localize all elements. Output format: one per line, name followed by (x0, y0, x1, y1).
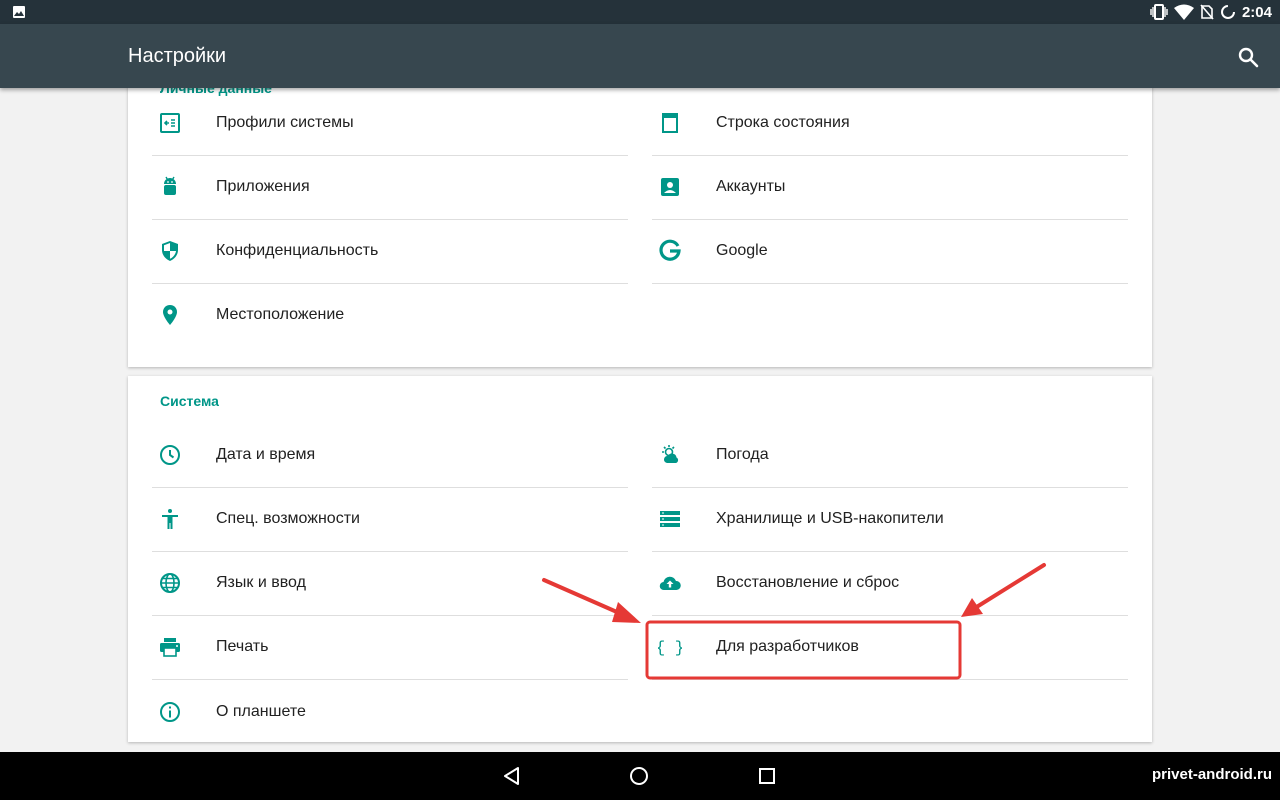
settings-item-language-input[interactable]: Язык и ввод (152, 551, 628, 615)
settings-item-location[interactable]: Местоположение (152, 283, 628, 347)
settings-item-label: О планшете (216, 703, 306, 720)
wifi-icon (1173, 4, 1194, 20)
android-icon (164, 176, 176, 195)
watermark: privet-android.ru (1151, 766, 1272, 783)
settings-item-label: Спец. возможности (216, 510, 360, 527)
info-icon (160, 702, 180, 722)
printer-icon (160, 638, 180, 657)
category-card-system: Система Дата и время Погода Спец. возмож (128, 376, 1152, 742)
settings-item-label: Дата и время (216, 446, 316, 463)
settings-item-label: Конфиденциальность (216, 242, 379, 259)
settings-item-accessibility[interactable]: Спец. возможности (152, 487, 628, 551)
location-pin-icon (163, 305, 177, 325)
settings-item-apps[interactable]: Приложения (152, 155, 628, 219)
settings-item-label: Профили системы (216, 114, 354, 131)
settings-item-privacy[interactable]: Конфиденциальность (152, 219, 628, 283)
cloud-upload-icon (659, 576, 681, 591)
navigation-bar: privet-android.ru (0, 752, 1280, 800)
settings-item-label: Аккаунты (716, 178, 786, 195)
settings-item-system-profiles[interactable]: Профили системы (152, 91, 628, 155)
settings-item-status-bar[interactable]: Строка состояния (652, 91, 1128, 155)
settings-item-label: Восстановление и сброс (716, 574, 900, 591)
settings-item-accounts[interactable]: Аккаунты (652, 155, 1128, 219)
image-icon (13, 6, 25, 18)
status-bar: 2:04 (0, 0, 1280, 24)
back-icon[interactable] (500, 764, 524, 788)
clock-icon (160, 445, 180, 465)
settings-item-label: Для разработчиков (716, 638, 859, 655)
settings-item-label: Местоположение (216, 306, 345, 323)
braces-icon: { } (658, 639, 682, 657)
account-icon (661, 178, 679, 196)
clock-time: 2:04 (1241, 3, 1272, 21)
settings-item-label: Погода (716, 446, 769, 463)
no-sim-icon (1200, 4, 1214, 20)
shield-icon (162, 241, 178, 261)
divider (652, 679, 1128, 680)
settings-item-date-time[interactable]: Дата и время (152, 423, 628, 487)
home-icon[interactable] (627, 764, 651, 788)
vibrate-icon (1150, 4, 1168, 20)
loading-icon (1220, 5, 1235, 19)
settings-item-label: Язык и ввод (216, 574, 306, 591)
accessibility-icon (162, 509, 178, 529)
statusbar-icon (662, 113, 678, 133)
app-bar: Настройки (0, 24, 1280, 88)
settings-item-weather[interactable]: Погода (652, 423, 1128, 487)
settings-item-label: Хранилище и USB-накопители (716, 510, 944, 527)
settings-item-google[interactable]: Google (652, 219, 1128, 283)
google-icon (659, 239, 681, 261)
search-icon[interactable] (1236, 45, 1260, 69)
storage-icon (660, 511, 680, 527)
settings-item-developer-options[interactable]: { } Для разработчиков (652, 615, 1128, 679)
divider (652, 283, 1128, 284)
settings-content[interactable]: Личные данные Профили системы Строка сос… (0, 88, 1280, 752)
settings-item-storage[interactable]: Хранилище и USB-накопители (652, 487, 1128, 551)
settings-item-backup-reset[interactable]: Восстановление и сброс (652, 551, 1128, 615)
profiles-icon (160, 113, 180, 133)
settings-item-printing[interactable]: Печать (152, 615, 628, 679)
settings-item-label: Печать (216, 638, 269, 655)
recents-icon[interactable] (755, 764, 779, 788)
settings-item-label: Приложения (216, 178, 310, 195)
settings-item-label: Строка состояния (716, 114, 850, 131)
settings-item-about-tablet[interactable]: О планшете (152, 680, 628, 744)
settings-item-label: Google (716, 242, 768, 259)
weather-icon (662, 445, 679, 463)
category-title-system: Система (160, 393, 219, 409)
category-card-personal: Личные данные Профили системы Строка сос… (128, 88, 1152, 367)
globe-icon (160, 573, 180, 593)
page-title: Настройки (128, 45, 227, 67)
svg-text:{ }: { } (658, 639, 682, 657)
